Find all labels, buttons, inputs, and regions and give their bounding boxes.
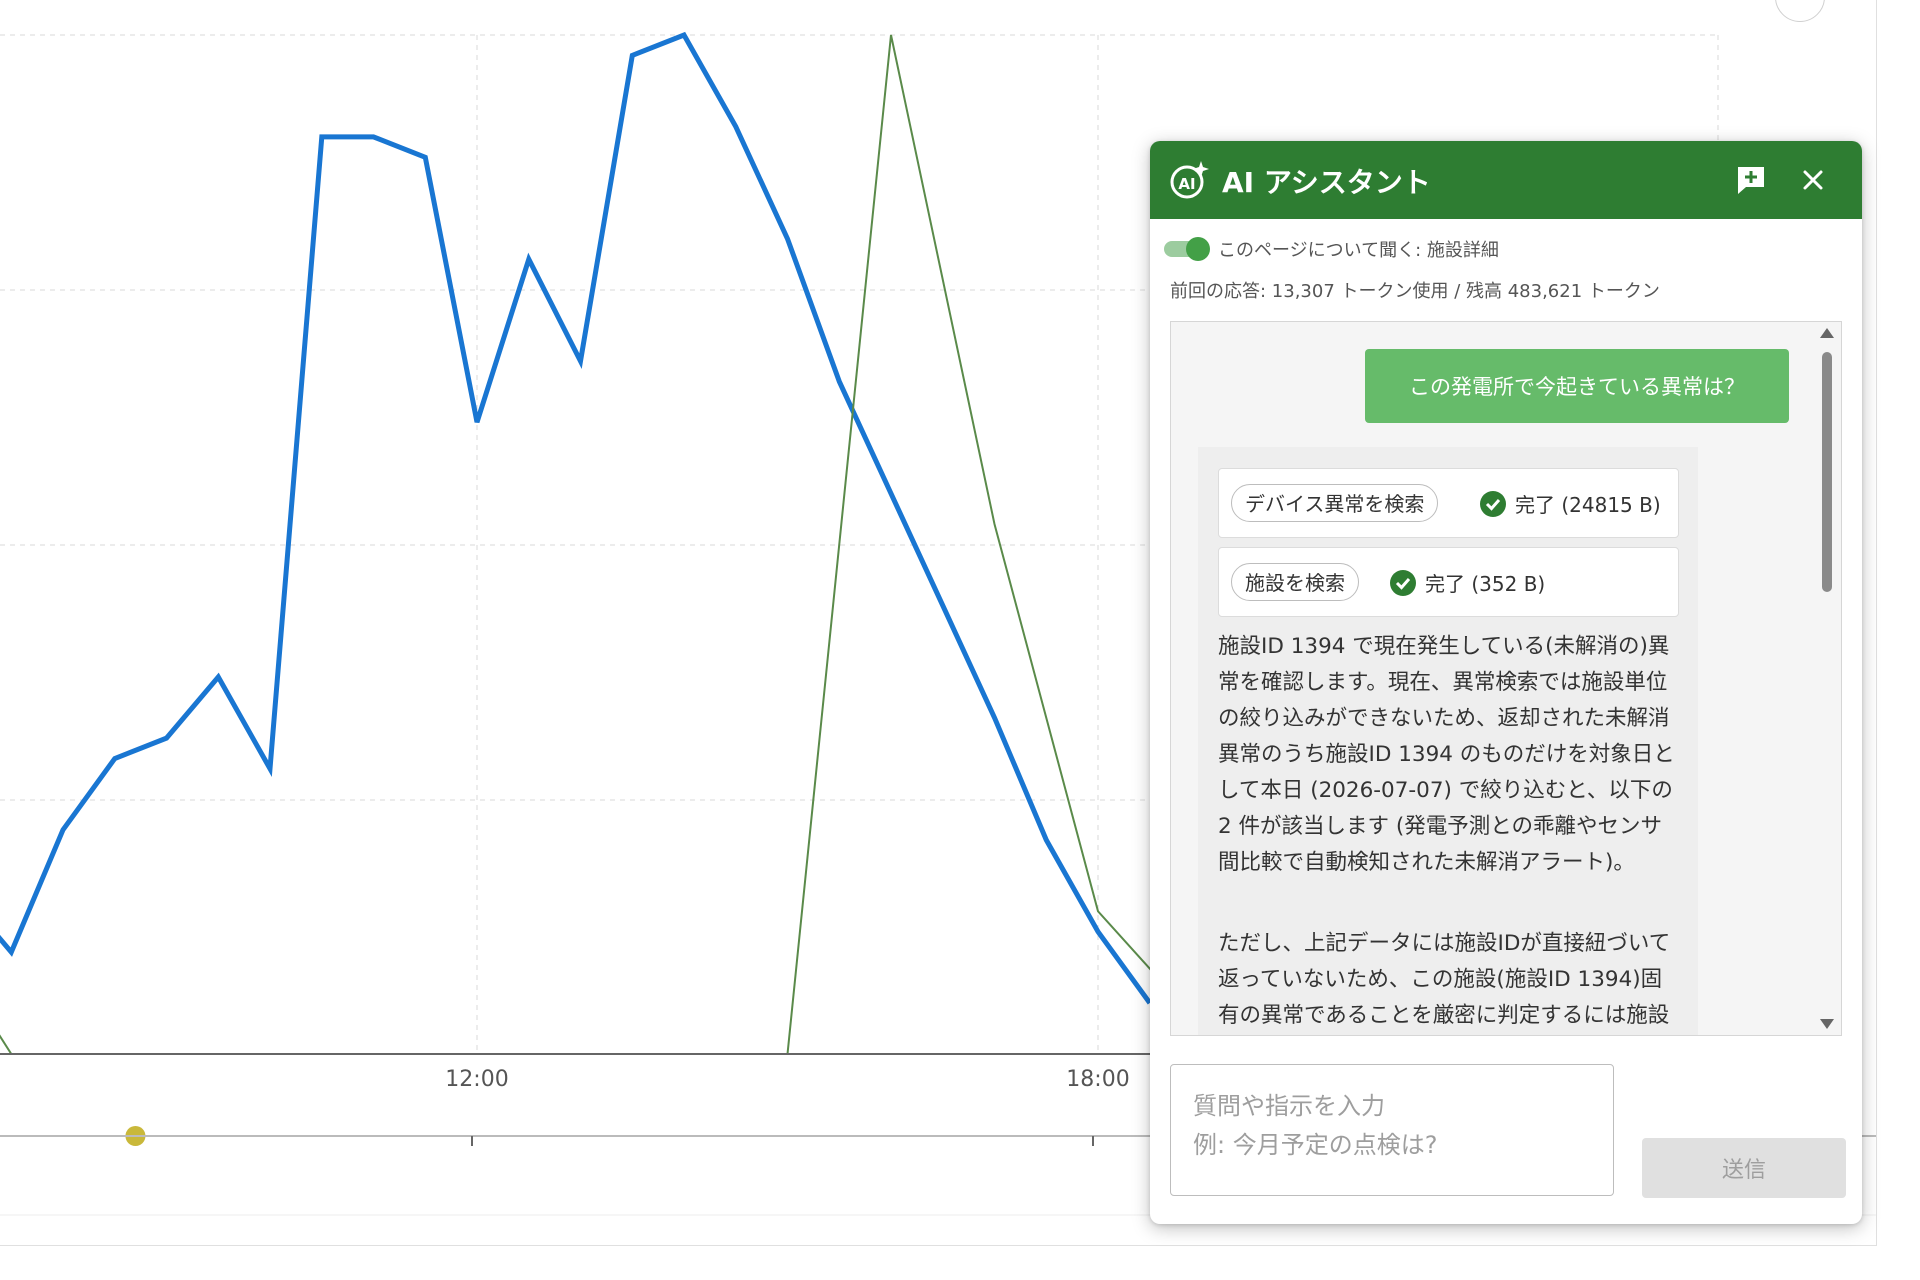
assistant-paragraph: 施設ID 1394 で現在発生している(未解消の)異常を確認します。現在、異常検… (1218, 634, 1675, 875)
new-chat-icon[interactable] (1734, 163, 1768, 197)
tool-status: 完了 (352 B) (1425, 572, 1546, 596)
chat-scrollbar[interactable] (1814, 322, 1840, 1035)
tool-call-row: 施設を検索 完了 (352 B) (1218, 547, 1679, 617)
question-input[interactable] (1170, 1064, 1614, 1196)
page-context-toggle[interactable] (1164, 237, 1212, 261)
send-button[interactable]: 送信 (1642, 1138, 1846, 1198)
tool-chip[interactable]: デバイス異常を検索 (1231, 484, 1439, 522)
check-circle-icon (1390, 570, 1416, 596)
assistant-paragraph: ただし、上記データには施設IDが直接紐づいて返っていないため、この施設(施設ID… (1218, 931, 1671, 1028)
tool-chip[interactable]: 施設を検索 (1231, 563, 1359, 601)
chart-series (0, 31, 1182, 1146)
check-circle-icon (1480, 491, 1506, 517)
token-usage-text: 前回の応答: 13,307 トークン使用 / 残高 483,621 トークン (1170, 281, 1660, 302)
tool-call-row: デバイス異常を検索 完了 (24815 B) (1218, 468, 1679, 538)
ai-panel-title: AI アシスタント (1222, 166, 1431, 199)
user-message: この発電所で今起きている異常は？ (1365, 349, 1789, 423)
scroll-down-arrow-icon[interactable] (1820, 1019, 1834, 1029)
tool-status: 完了 (24815 B) (1515, 493, 1661, 517)
x-tick-label: 12:00 (445, 1067, 508, 1092)
assistant-message: デバイス異常を検索 完了 (24815 B) 施設を検索 完了 (352 B) … (1198, 447, 1698, 1035)
toggle-label: このページについて聞く: 施設詳細 (1218, 240, 1499, 261)
scroll-up-arrow-icon[interactable] (1820, 328, 1834, 338)
series-line (0, 31, 1152, 1005)
x-tick-label: 18:00 (1066, 1067, 1129, 1092)
close-icon[interactable] (1796, 163, 1830, 197)
ai-sparkle-icon: AI (1170, 161, 1209, 199)
svg-text:AI: AI (1178, 175, 1195, 193)
scroll-thumb[interactable] (1822, 352, 1832, 592)
ai-assistant-panel: AI AI アシスタント このページについて聞く: 施設詳細 前回の応答: 13… (1150, 141, 1862, 1224)
ai-panel-header: AI AI アシスタント (1150, 141, 1862, 219)
chat-messages[interactable]: この発電所で今起きている異常は？ デバイス異常を検索 完了 (24815 B) … (1170, 321, 1842, 1036)
